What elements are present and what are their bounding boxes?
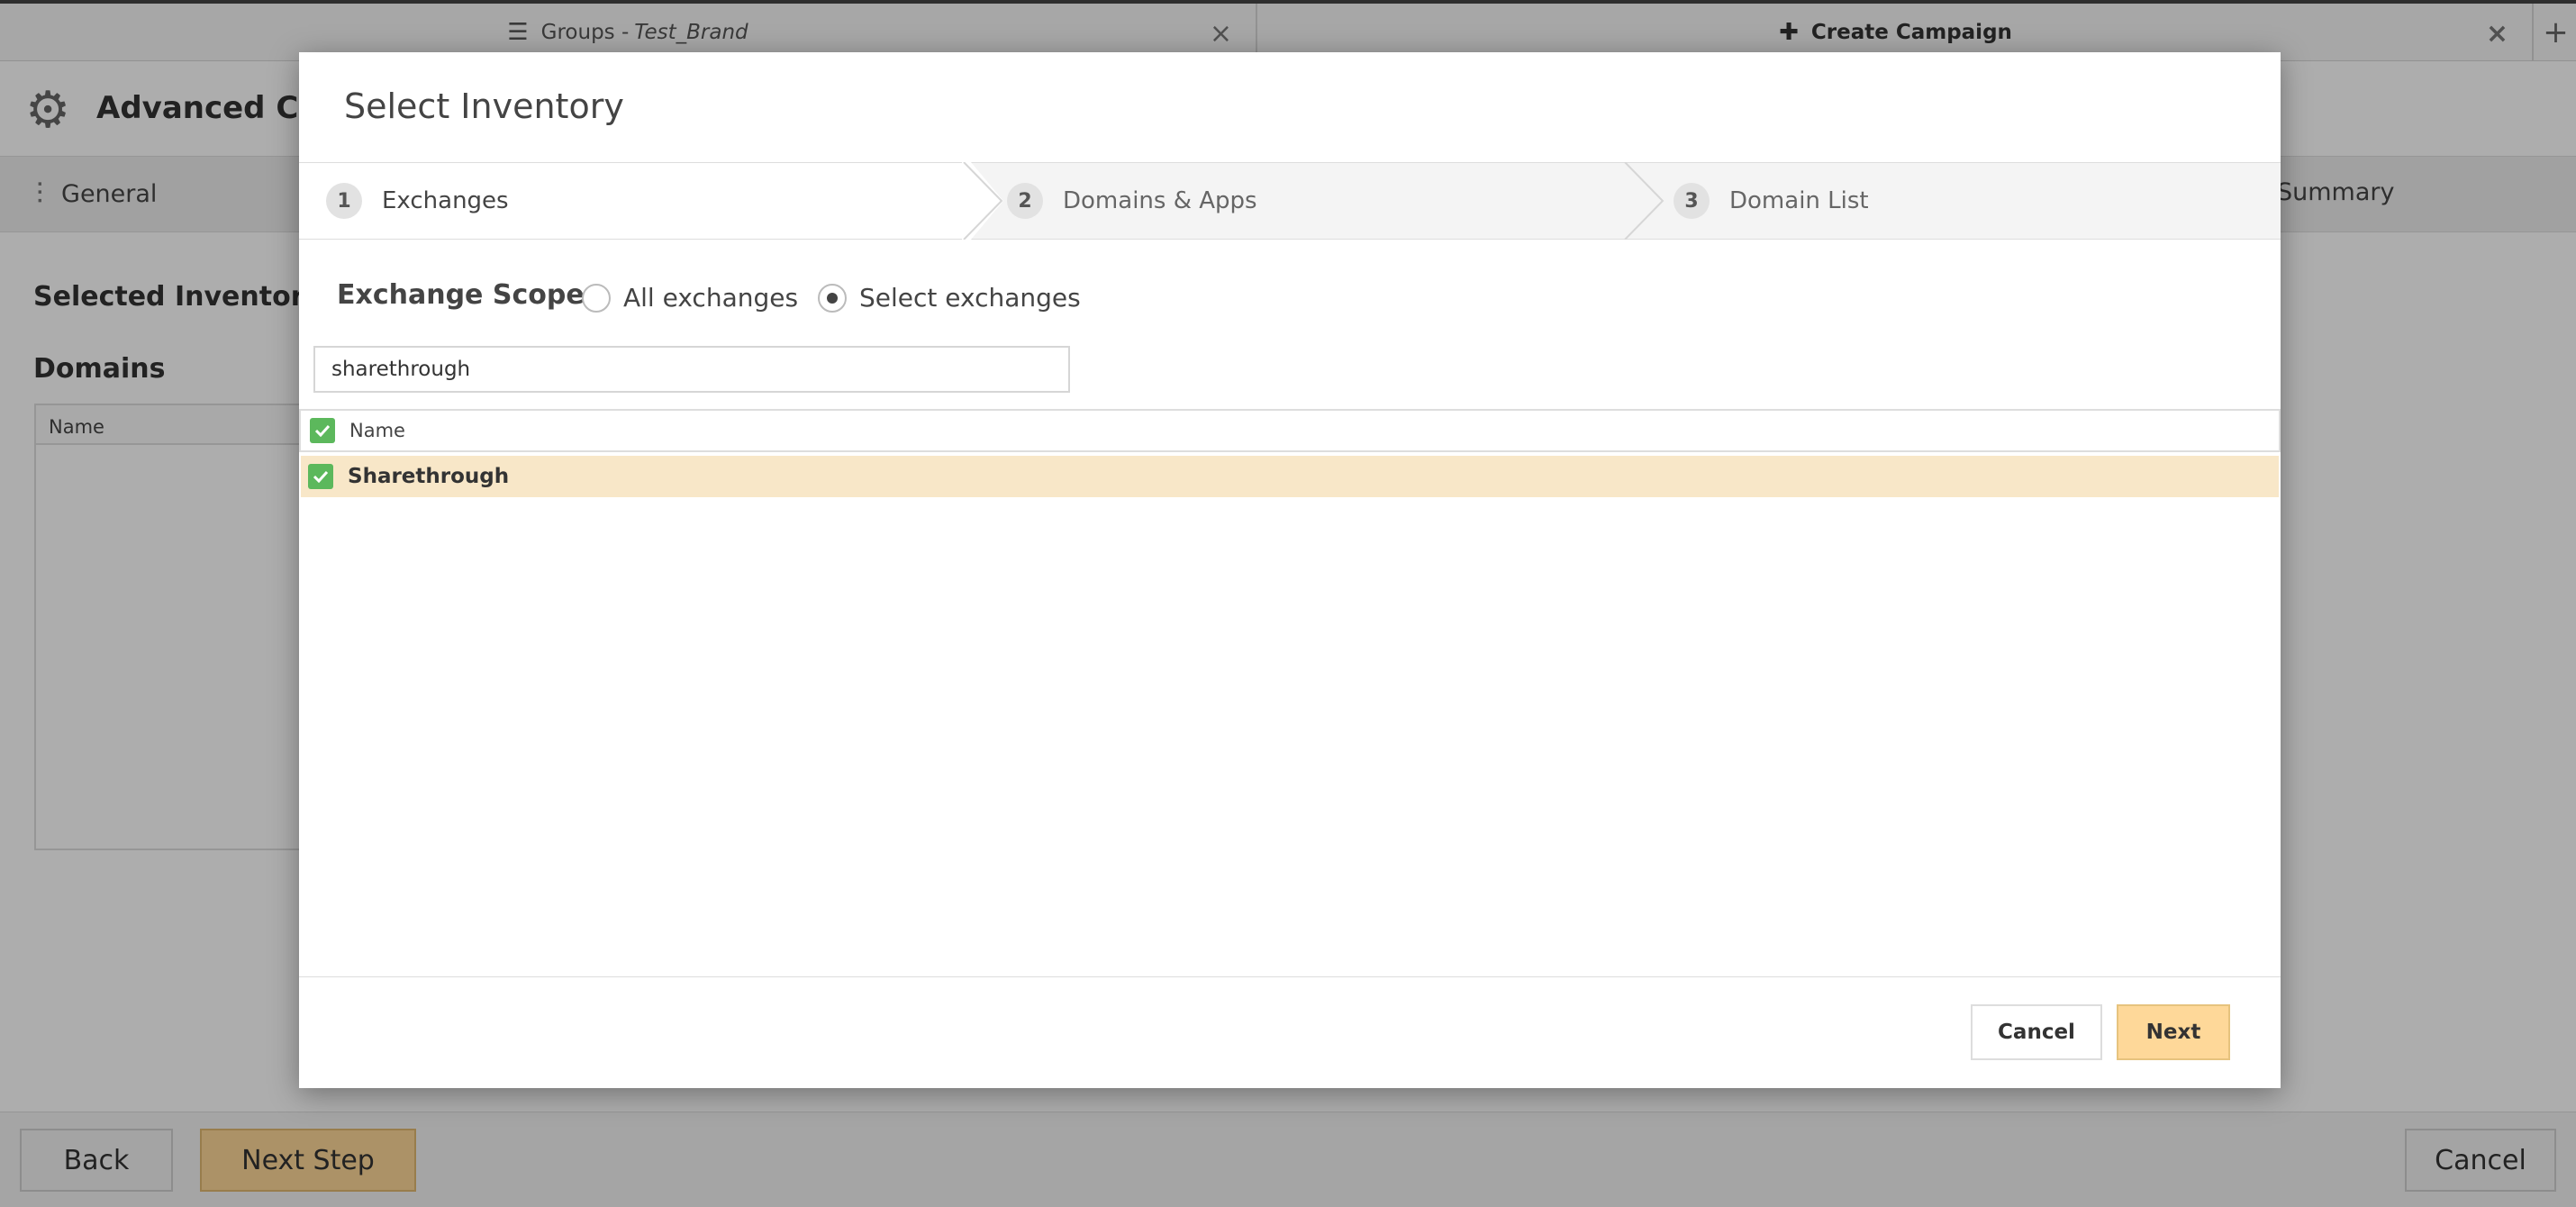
radio-label: Select exchanges <box>859 283 1081 313</box>
grid-header: Name <box>299 409 2281 452</box>
row-checkbox[interactable] <box>308 464 333 489</box>
exchange-scope-label: Exchange Scope <box>337 279 585 311</box>
radio-selected-icon <box>818 283 847 313</box>
step-number: 3 <box>1673 183 1710 219</box>
radio-select-exchanges[interactable]: Select exchanges <box>818 283 1081 313</box>
grid-header-name: Name <box>349 420 405 441</box>
step-label: Domain List <box>1729 187 1869 214</box>
radio-label: All exchanges <box>623 283 799 313</box>
wizard-step-exchanges[interactable]: 1 Exchanges <box>299 163 962 239</box>
dialog-footer: Cancel Next <box>299 976 2281 1088</box>
table-row[interactable]: Sharethrough <box>301 456 2279 497</box>
step-divider <box>1624 162 1664 240</box>
radio-all-exchanges[interactable]: All exchanges <box>582 283 798 313</box>
wizard-step-domain-list[interactable]: 3 Domain List <box>1673 163 1869 239</box>
step-number: 2 <box>1007 183 1043 219</box>
row-name: Sharethrough <box>348 465 510 488</box>
search-input[interactable] <box>313 346 1070 393</box>
radio-unselected-icon <box>582 283 611 313</box>
wizard-steps: 1 Exchanges 2 Domains & Apps 3 Domain Li… <box>299 162 2281 240</box>
step-number: 1 <box>326 183 362 219</box>
dialog-next-button[interactable]: Next <box>2117 1004 2230 1060</box>
dialog-title: Select Inventory <box>344 86 624 126</box>
wizard-step-domains-apps[interactable]: 2 Domains & Apps <box>1007 163 1257 239</box>
select-all-checkbox[interactable] <box>310 418 335 443</box>
step-label: Exchanges <box>382 187 509 214</box>
exchanges-grid: Name Sharethrough <box>299 409 2281 497</box>
step-label: Domains & Apps <box>1063 187 1257 214</box>
select-inventory-dialog: Select Inventory 1 Exchanges 2 Domains &… <box>299 52 2281 1088</box>
dialog-cancel-button[interactable]: Cancel <box>1971 1004 2102 1060</box>
